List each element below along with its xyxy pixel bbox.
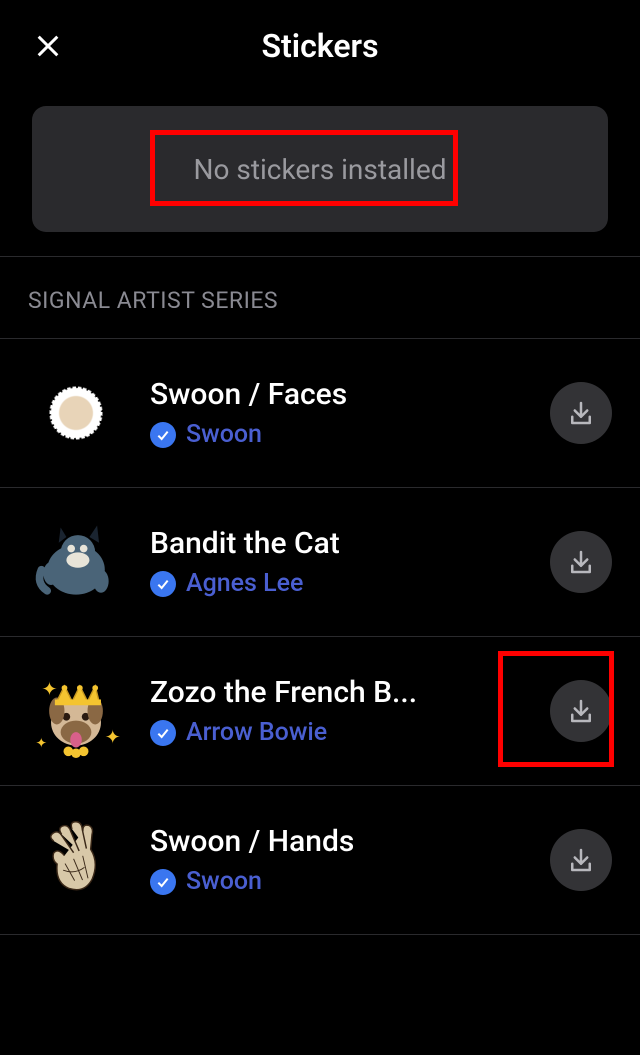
sticker-pack-row[interactable]: Swoon / Faces Swoon — [0, 339, 640, 488]
sticker-pack-avatar — [28, 514, 124, 610]
sticker-pack-info: Swoon / Faces Swoon — [150, 377, 524, 449]
sticker-pack-info: Zozo the French B... Arrow Bowie — [150, 675, 524, 747]
sticker-pack-list: Swoon / Faces Swoon Bandit the Cat Agnes L… — [0, 338, 640, 935]
sticker-pack-title: Bandit the Cat — [150, 526, 524, 561]
download-icon — [566, 398, 596, 428]
sticker-pack-row[interactable]: Swoon / Hands Swoon — [0, 786, 640, 935]
download-icon — [566, 845, 596, 875]
banner-container: No stickers installed — [0, 92, 640, 256]
verified-icon — [150, 571, 176, 597]
sticker-pack-info: Swoon / Hands Swoon — [150, 824, 524, 896]
page-title: Stickers — [261, 27, 378, 65]
artist-name: Agnes Lee — [186, 569, 303, 598]
verified-icon — [150, 720, 176, 746]
svg-text:✦: ✦ — [41, 678, 57, 701]
section-header: SIGNAL ARTIST SERIES — [0, 257, 640, 338]
empty-state-banner: No stickers installed — [32, 106, 608, 232]
sticker-pack-artist: Swoon — [150, 867, 524, 896]
sticker-pack-avatar — [28, 365, 124, 461]
svg-text:✦: ✦ — [36, 736, 47, 751]
download-button[interactable] — [550, 531, 612, 593]
sticker-pack-title: Swoon / Faces — [150, 377, 524, 412]
download-icon — [566, 696, 596, 726]
sticker-pack-artist: Swoon — [150, 420, 524, 449]
sticker-pack-row[interactable]: ✦ ✦ ✦ Zozo the French B... Arrow Bowie — [0, 637, 640, 786]
verified-icon — [150, 869, 176, 895]
download-button[interactable] — [550, 680, 612, 742]
verified-icon — [150, 422, 176, 448]
sticker-pack-info: Bandit the Cat Agnes Lee — [150, 526, 524, 598]
header: Stickers — [0, 0, 640, 92]
sticker-pack-title: Zozo the French B... — [150, 675, 524, 710]
empty-state-text: No stickers installed — [194, 153, 447, 186]
artist-name: Arrow Bowie — [186, 718, 327, 747]
download-button[interactable] — [550, 829, 612, 891]
close-icon — [32, 30, 64, 62]
artist-name: Swoon — [186, 420, 262, 449]
sticker-pack-avatar — [28, 812, 124, 908]
sticker-pack-title: Swoon / Hands — [150, 824, 524, 859]
download-button[interactable] — [550, 382, 612, 444]
sticker-pack-artist: Arrow Bowie — [150, 718, 524, 747]
artist-name: Swoon — [186, 867, 262, 896]
svg-text:✦: ✦ — [105, 726, 121, 749]
artist-series-section: SIGNAL ARTIST SERIES Swoon / FacesSwoon … — [0, 256, 640, 935]
sticker-pack-avatar: ✦ ✦ ✦ — [28, 663, 124, 759]
close-button[interactable] — [30, 28, 66, 64]
download-icon — [566, 547, 596, 577]
sticker-pack-artist: Agnes Lee — [150, 569, 524, 598]
sticker-pack-row[interactable]: Bandit the Cat Agnes Lee — [0, 488, 640, 637]
